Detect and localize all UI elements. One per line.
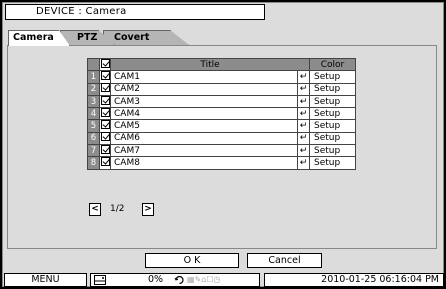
table-row: 2 CAM2 ↵ Setup (87, 82, 356, 96)
enter-icon[interactable]: ↵ (297, 70, 310, 84)
row-checkbox[interactable] (100, 95, 110, 105)
table-header-row: Title Color (87, 57, 356, 72)
row-checkbox[interactable] (100, 107, 110, 117)
enter-icon[interactable]: ↵ (297, 94, 310, 109)
table-row: 7 CAM7 ↵ Setup (87, 144, 356, 158)
prev-page-button[interactable]: < (89, 203, 101, 216)
page-indicator: 1/2 (110, 204, 125, 214)
enter-icon[interactable]: ↵ (297, 144, 310, 158)
table-row: 1 CAM1 ↵ Setup (87, 70, 356, 84)
status-icons-area: 0% ▦✎⌂☐◷ (90, 273, 260, 287)
color-setup-button[interactable]: Setup (309, 119, 356, 133)
status-indicators-icon: ▦✎⌂☐◷ (187, 275, 221, 284)
table-row: 6 CAM6 ↵ Setup (87, 131, 356, 146)
camera-title-field[interactable]: CAM2 (110, 82, 298, 96)
camera-title-field[interactable]: CAM7 (110, 144, 298, 158)
row-checkbox-cell[interactable] (99, 131, 111, 146)
camera-table: Title Color 1 CAM1 ↵ Setup 2 CAM2 ↵ Setu… (87, 57, 356, 170)
color-setup-button[interactable]: Setup (309, 94, 356, 109)
cancel-button[interactable]: Cancel (247, 253, 322, 268)
tab-covert-label: Covert (114, 32, 150, 43)
row-checkbox-cell[interactable] (99, 156, 111, 170)
row-checkbox[interactable] (100, 120, 110, 130)
camera-title-field[interactable]: CAM1 (110, 70, 298, 84)
row-number: 1 (87, 70, 100, 84)
camera-title-field[interactable]: CAM6 (110, 131, 298, 146)
row-checkbox[interactable] (100, 132, 110, 142)
tab-camera-label: Camera (13, 32, 54, 43)
row-number: 4 (87, 107, 100, 121)
enter-icon[interactable]: ↵ (297, 156, 310, 170)
row-checkbox[interactable] (100, 144, 110, 154)
table-row: 8 CAM8 ↵ Setup (87, 156, 356, 170)
row-number: 5 (87, 119, 100, 133)
enter-icon[interactable]: ↵ (297, 131, 310, 146)
row-checkbox-cell[interactable] (99, 144, 111, 158)
color-setup-button[interactable]: Setup (309, 156, 356, 170)
row-number: 6 (87, 131, 100, 146)
row-checkbox-cell[interactable] (99, 82, 111, 96)
hdd-icon (94, 275, 106, 285)
header-color: Color (309, 57, 356, 72)
enter-icon[interactable]: ↵ (297, 82, 310, 96)
color-setup-button[interactable]: Setup (309, 144, 356, 158)
row-checkbox[interactable] (100, 70, 110, 80)
camera-title-field[interactable]: CAM3 (110, 94, 298, 109)
row-checkbox-cell[interactable] (99, 70, 111, 84)
row-checkbox-cell[interactable] (99, 94, 111, 109)
row-checkbox-cell[interactable] (99, 119, 111, 133)
status-bar: MENU 0% ▦✎⌂☐◷ 2010-01-25 06:16:04 PM (4, 273, 444, 287)
select-all-checkbox[interactable] (100, 58, 110, 68)
datetime-display: 2010-01-25 06:16:04 PM (264, 273, 444, 287)
row-number: 2 (87, 82, 100, 96)
table-row: 3 CAM3 ↵ Setup (87, 94, 356, 109)
color-setup-button[interactable]: Setup (309, 107, 356, 121)
camera-title-field[interactable]: CAM4 (110, 107, 298, 121)
enter-icon[interactable]: ↵ (297, 107, 310, 121)
header-num (87, 57, 100, 72)
color-setup-button[interactable]: Setup (309, 70, 356, 84)
next-page-button[interactable]: > (142, 203, 154, 216)
disk-usage-percent: 0% (148, 274, 164, 285)
ok-button[interactable]: O K (145, 253, 239, 268)
row-number: 8 (87, 156, 100, 170)
table-row: 5 CAM5 ↵ Setup (87, 119, 356, 133)
network-icon (174, 275, 184, 285)
row-number: 3 (87, 94, 100, 109)
menu-button[interactable]: MENU (4, 273, 87, 287)
row-checkbox[interactable] (100, 157, 110, 167)
row-checkbox[interactable] (100, 83, 110, 93)
header-select-all[interactable] (99, 57, 111, 72)
datetime-text: 2010-01-25 06:16:04 PM (321, 274, 439, 285)
window-title: DEVICE : Camera (5, 4, 265, 20)
row-number: 7 (87, 144, 100, 158)
header-title: Title (110, 57, 310, 72)
camera-title-field[interactable]: CAM5 (110, 119, 298, 133)
color-setup-button[interactable]: Setup (309, 82, 356, 96)
color-setup-button[interactable]: Setup (309, 131, 356, 146)
table-row: 4 CAM4 ↵ Setup (87, 107, 356, 121)
camera-title-field[interactable]: CAM8 (110, 156, 298, 170)
enter-icon[interactable]: ↵ (297, 119, 310, 133)
tab-ptz-label: PTZ (77, 32, 98, 43)
row-checkbox-cell[interactable] (99, 107, 111, 121)
